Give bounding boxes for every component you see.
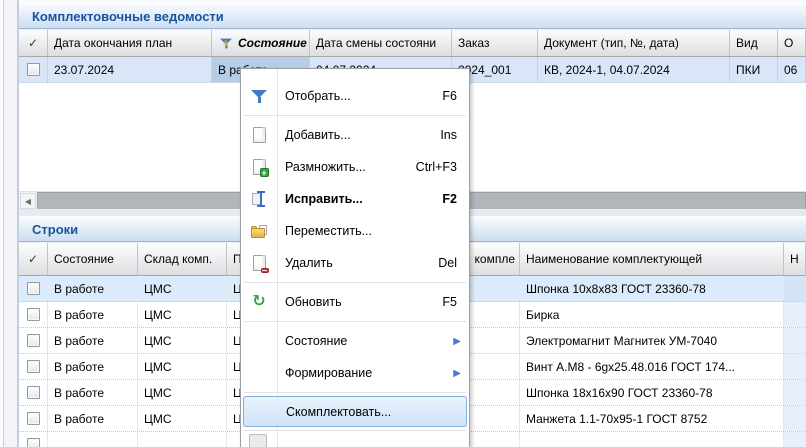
row-checkbox[interactable] — [27, 334, 40, 347]
menu-item-assemble[interactable]: Скомплектовать... — [243, 396, 467, 427]
scroll-left-button[interactable]: ◀ — [20, 193, 36, 209]
top-header-extra[interactable]: О — [778, 30, 806, 56]
top-header-state[interactable]: ϟ Состояние — [212, 30, 310, 56]
top-header-date-change[interactable]: Дата смены состояни — [310, 30, 452, 56]
submenu-arrow-icon: ▶ — [453, 336, 461, 347]
scroll-left-icon: ◀ — [25, 197, 31, 206]
row-checkbox[interactable] — [27, 412, 40, 425]
menu-item-edit[interactable]: Исправить... F2 — [241, 183, 469, 215]
cell-kind: ПКИ — [730, 57, 778, 82]
delete-page-icon: – — [249, 253, 269, 273]
top-header-date-end[interactable]: Дата окончания план — [48, 30, 212, 56]
row-checkbox[interactable] — [27, 386, 40, 399]
row-checkbox[interactable] — [27, 63, 40, 76]
add-page-icon — [249, 125, 269, 145]
row-checkbox[interactable] — [27, 308, 40, 321]
menu-item-move[interactable]: Переместить... — [241, 215, 469, 247]
top-table-header: ✓ Дата окончания план ϟ Состояние Дата с… — [19, 30, 806, 57]
menu-item-partial[interactable] — [241, 434, 469, 447]
row-checkbox[interactable] — [27, 282, 40, 295]
top-header-kind[interactable]: Вид — [730, 30, 778, 56]
cell-component-name: Манжета 1.1-70х95-1 ГОСТ 8752 — [520, 406, 784, 431]
top-header-order[interactable]: Заказ — [452, 30, 538, 56]
top-panel-title: Комплектовочные ведомости — [19, 3, 806, 29]
context-menu: Отобрать... F6 Добавить... Ins + Размнож… — [240, 68, 470, 447]
check-icon: ✓ — [28, 252, 38, 266]
rows-header-state[interactable]: Состояние — [48, 243, 138, 275]
menu-item-duplicate[interactable]: + Размножить... Ctrl+F3 — [241, 151, 469, 183]
cell-component-name: Электромагнит Магнитек УМ-7040 — [520, 328, 784, 353]
cell-component-name: Шпонка 10х8х83 ГОСТ 23360-78 — [520, 276, 784, 301]
cell-component-name: Винт А.М8 - 6gх25.48.016 ГОСТ 174... — [520, 354, 784, 379]
top-header-document[interactable]: Документ (тип, №, дата) — [538, 30, 730, 56]
cell-component-name: Бирка — [520, 302, 784, 327]
cell-extra: 06 — [778, 57, 806, 82]
duplicate-page-icon: + — [249, 157, 269, 177]
left-gutter — [0, 0, 19, 447]
filter-icon — [249, 86, 269, 106]
menu-item-forming[interactable]: Формирование ▶ — [241, 357, 469, 389]
app-window: Комплектовочные ведомости ✓ Дата окончан… — [0, 0, 806, 447]
unknown-icon — [249, 434, 267, 447]
row-checkbox[interactable] — [27, 360, 40, 373]
rows-header-check[interactable]: ✓ — [19, 243, 48, 275]
row-checkbox[interactable] — [27, 438, 40, 447]
check-icon: ✓ — [28, 36, 38, 50]
top-header-check[interactable]: ✓ — [19, 30, 48, 56]
menu-item-state[interactable]: Состояние ▶ — [241, 325, 469, 357]
menu-item-delete[interactable]: – Удалить Del — [241, 247, 469, 279]
cell-document: КВ, 2024-1, 04.07.2024 — [538, 57, 730, 82]
refresh-icon: ↻ — [249, 292, 269, 312]
filter-sort-icon: ϟ — [220, 37, 232, 48]
rows-header-name[interactable]: Наименование комплектующей — [520, 243, 784, 275]
cell-component-name: Шпонка 18х16х90 ГОСТ 23360-78 — [520, 380, 784, 405]
submenu-arrow-icon: ▶ — [453, 368, 461, 379]
menu-item-add[interactable]: Добавить... Ins — [241, 119, 469, 151]
edit-icon — [249, 189, 269, 209]
menu-item-refresh[interactable]: ↻ Обновить F5 — [241, 286, 469, 318]
cell-date-end: 23.07.2024 — [48, 57, 212, 82]
menu-item-filter[interactable]: Отобрать... F6 — [241, 80, 469, 112]
rows-header-warehouse[interactable]: Склад комп. — [138, 243, 227, 275]
move-folder-icon — [249, 221, 269, 241]
rows-header-right[interactable]: Н — [784, 243, 806, 275]
